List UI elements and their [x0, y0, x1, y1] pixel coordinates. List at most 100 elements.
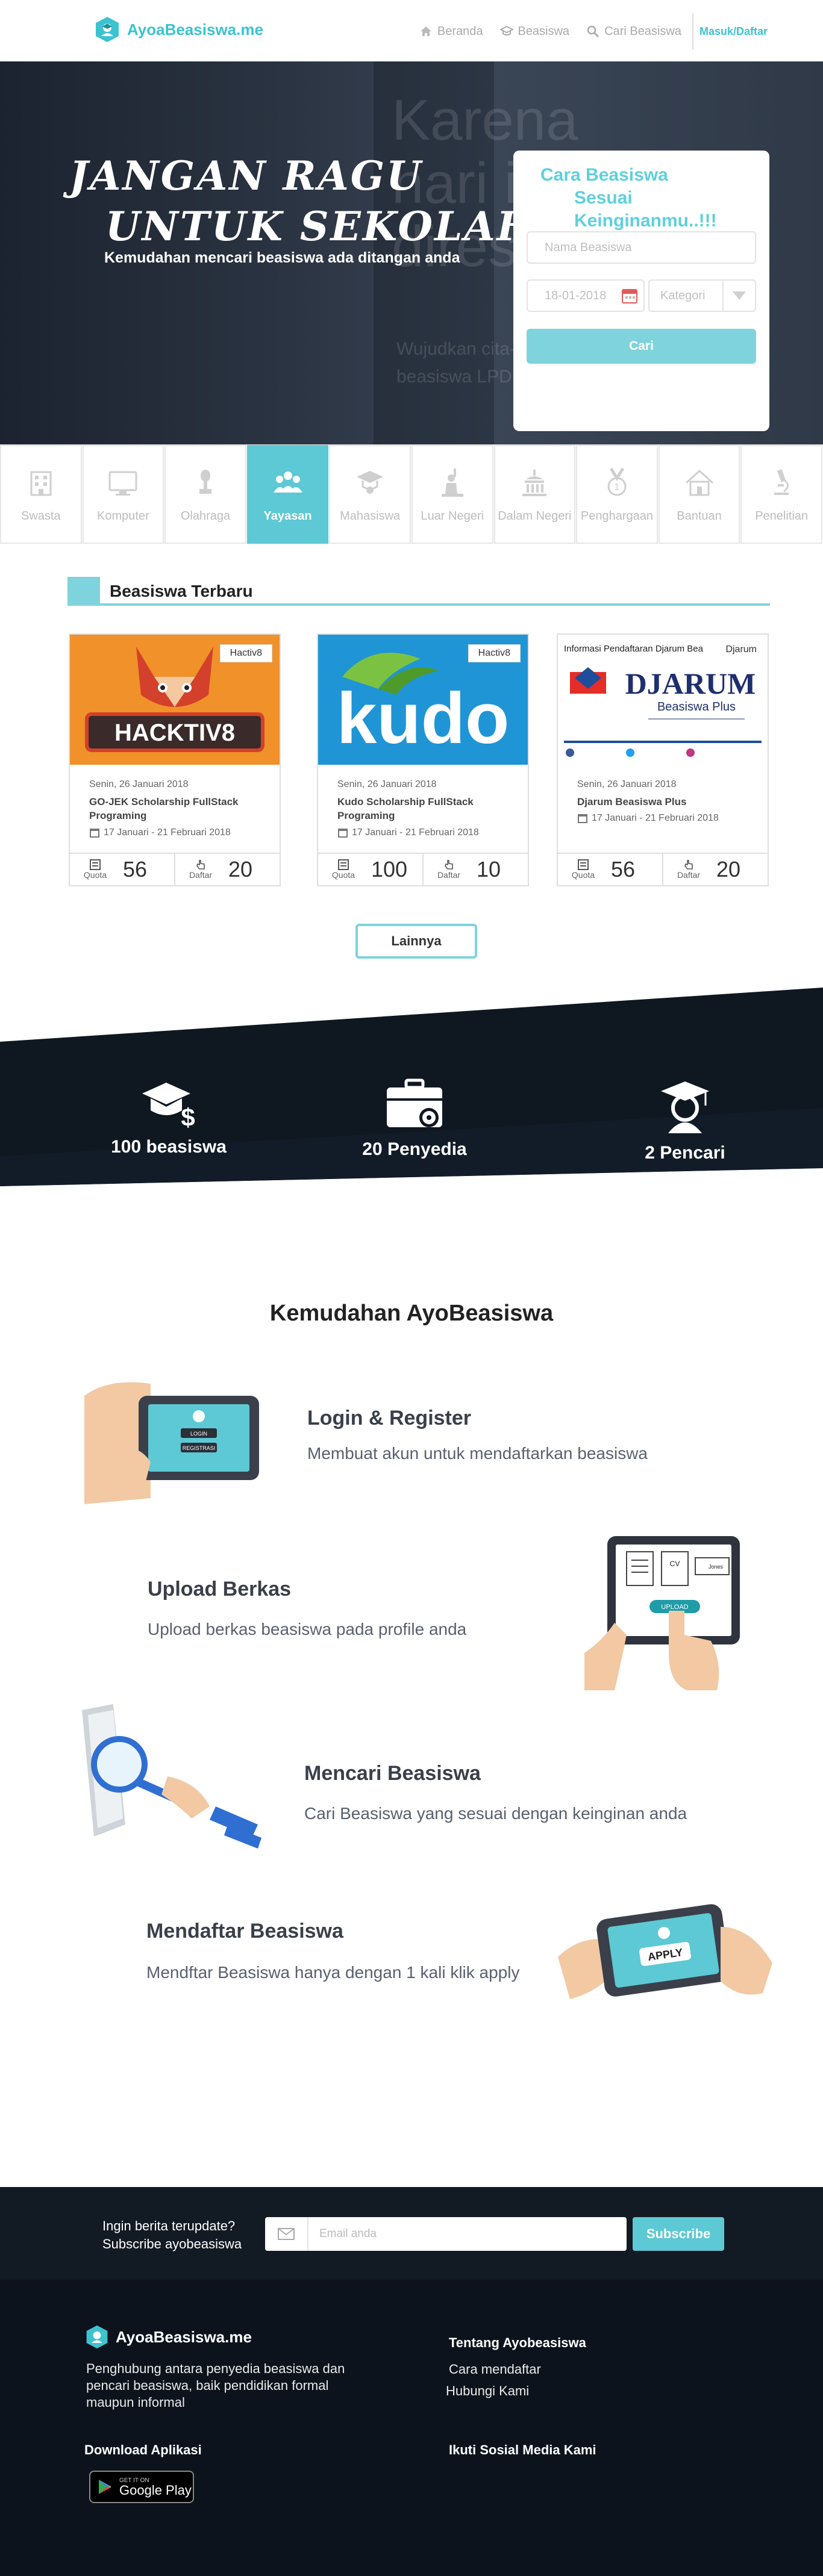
- stat-scholarships: $ 100 beasiswa: [84, 1078, 253, 1157]
- category-komputer[interactable]: Komputer: [82, 445, 164, 544]
- nav-item-beranda[interactable]: Beranda: [419, 25, 483, 39]
- feature-desc-login: Membuat akun untuk mendaftarkan beasiswa: [307, 1444, 648, 1463]
- category-placeholder: Kategori: [660, 288, 706, 302]
- category-penelitian[interactable]: Penelitian: [740, 445, 822, 544]
- page: AyoaBeasiswa.me Beranda Beasiswa Cari Be…: [0, 0, 823, 2576]
- search-title-line-1: Cara Beasiswa: [540, 165, 668, 185]
- google-play-big-text: Google Play: [119, 2482, 192, 2498]
- card-date: Senin, 26 Januari 2018: [89, 779, 189, 789]
- footer-brand[interactable]: AyoaBeasiswa.me: [84, 2324, 252, 2350]
- scholarship-name-placeholder: Nama Beasiswa: [545, 240, 632, 254]
- section-underline: [100, 603, 770, 606]
- home-icon: [420, 26, 431, 36]
- hero-background-caption-line: Wujudkan cita-ci: [396, 339, 529, 359]
- newsletter-email-input[interactable]: Email anda: [265, 2217, 627, 2251]
- hero-title-line-2: UNTUK SEKOLAH !: [105, 203, 571, 250]
- scholarship-name-input[interactable]: Nama Beasiswa: [527, 231, 756, 264]
- google-play-badge[interactable]: GET IT ON Google Play: [89, 2471, 194, 2503]
- hero-title-line-1: JANGAN RAGU: [69, 152, 423, 199]
- search-button[interactable]: Cari: [527, 329, 756, 364]
- nav-item-label: Beranda: [437, 24, 483, 38]
- nav-item-cari-beasiswa[interactable]: Cari Beasiswa: [586, 25, 681, 39]
- nav-item-label: Beasiswa: [518, 24, 570, 38]
- category-luar-negeri[interactable]: Luar Negeri: [411, 445, 493, 544]
- category-mahasiswa[interactable]: Mahasiswa: [329, 445, 411, 544]
- section-accent-block: [67, 577, 100, 606]
- applied-label-group: Daftar: [436, 859, 462, 880]
- category-label: Bantuan: [677, 509, 722, 523]
- monitor-icon: [108, 471, 137, 496]
- card-date-range-text: 17 Januari - 21 Februari 2018: [592, 813, 719, 823]
- people-group-icon: [273, 471, 302, 493]
- list-icon: [578, 859, 589, 870]
- card-image: Informasi Pendaftaran Djarum Bea DJARUM …: [558, 635, 768, 765]
- list-icon: [90, 859, 101, 870]
- card-title[interactable]: GO-JEK Scholarship FullStack Programing: [89, 795, 264, 823]
- user-graduate-icon: [661, 1081, 709, 1133]
- category-swasta[interactable]: Swasta: [0, 445, 82, 544]
- nav-item-beasiswa[interactable]: Beasiswa: [499, 24, 570, 39]
- card-image-subtext: Beasiswa Plus: [657, 700, 736, 714]
- applied-stat: Daftar 20: [174, 854, 280, 885]
- statue-of-liberty-icon: [441, 468, 463, 497]
- category-select[interactable]: Kategori: [648, 279, 756, 312]
- hero-background-line: Karena: [392, 88, 578, 152]
- logo-badge-icon: [86, 2325, 108, 2349]
- applied-value: 20: [228, 857, 253, 882]
- card-image: HACKTIV8 Hactiv8: [70, 635, 280, 765]
- more-button[interactable]: Lainnya: [355, 924, 477, 959]
- nav-divider: [692, 13, 693, 49]
- list-icon: [338, 859, 349, 870]
- category-bantuan[interactable]: Bantuan: [658, 445, 740, 544]
- quota-stat: Quota 56: [558, 854, 662, 885]
- chevron-down-icon: [733, 291, 746, 300]
- category-dalam-negeri[interactable]: Dalam Negeri: [493, 445, 576, 544]
- search-card-title: Cara Beasiswa Sesuai Keinginanmu..!!!: [540, 164, 769, 232]
- card-title[interactable]: Kudo Scholarship FullStack Programing: [337, 795, 512, 823]
- features-heading: Kemudahan AyoBeasiswa: [269, 1301, 554, 1326]
- category-penghargaan[interactable]: 1 Penghargaan: [576, 445, 658, 544]
- date-value: 18-01-2018: [545, 288, 607, 302]
- applied-label-group: Daftar: [675, 859, 702, 880]
- quota-label: Quota: [571, 870, 595, 880]
- footer-link-contact[interactable]: Hubungi Kami: [446, 2383, 529, 2399]
- applied-label-group: Daftar: [187, 859, 214, 880]
- screen-name-label: Jones: [709, 1564, 724, 1570]
- quota-value: 56: [611, 857, 636, 882]
- card-date-range: 17 Januari - 21 Februari 2018: [89, 827, 231, 838]
- scholarship-card[interactable]: HACKTIV8 Hactiv8 Senin, 26 Januari 2018 …: [69, 633, 281, 886]
- date-input[interactable]: 18-01-2018: [527, 279, 645, 312]
- login-register-link[interactable]: Masuk/Daftar: [699, 25, 768, 38]
- brand-logo[interactable]: AyoaBeasiswa.me: [93, 16, 263, 43]
- stat-providers: 20 Penyedia: [330, 1078, 499, 1160]
- hero-subtitle: Kemudahan mencari beasiswa ada ditangan …: [104, 249, 460, 266]
- feature-title-search: Mencari Beasiswa: [304, 1762, 481, 1785]
- logo-badge-icon: [96, 17, 119, 42]
- category-olahraga[interactable]: Olahraga: [164, 445, 246, 544]
- category-yayasan[interactable]: Yayasan: [246, 445, 329, 544]
- card-date-range-text: 17 Januari - 21 Februari 2018: [352, 827, 479, 838]
- building-icon: [30, 471, 52, 496]
- card-title[interactable]: Djarum Beasiswa Plus: [577, 795, 752, 809]
- card-date: Senin, 26 Januari 2018: [337, 779, 437, 789]
- trophy-icon: [199, 469, 211, 494]
- category-label: Penelitian: [755, 509, 809, 523]
- card-date-range: 17 Januari - 21 Februari 2018: [337, 827, 479, 838]
- applied-label: Daftar: [437, 870, 461, 880]
- scholarship-card[interactable]: Informasi Pendaftaran Djarum Bea DJARUM …: [557, 633, 769, 886]
- stats-band: $ 100 beasiswa 20 Penyedia 2 Pencari: [0, 988, 823, 1216]
- subscribe-button[interactable]: Subscribe: [633, 2217, 724, 2251]
- quota-stat: Quota 56: [70, 854, 174, 885]
- applied-stat: Daftar 10: [422, 854, 528, 885]
- footer-link-how-to-register[interactable]: Cara mendaftar: [449, 2362, 541, 2377]
- search-illustration: [82, 1704, 261, 1849]
- brand-name: AyoaBeasiswa.me: [127, 20, 263, 39]
- card-image-text: DJARUM: [625, 667, 756, 700]
- provider-tag: Hactiv8: [468, 644, 521, 662]
- provider-tag: Hactiv8: [219, 644, 272, 662]
- apply-illustration: APPLY: [558, 1904, 772, 1999]
- scholarship-card[interactable]: kudo Hactiv8 Senin, 26 Januari 2018 Kudo…: [317, 633, 529, 886]
- nav-item-label: Cari Beasiswa: [604, 24, 681, 38]
- quota-stat: Quota 100: [318, 854, 422, 885]
- screen-register-label: REGISTRASI: [183, 1445, 216, 1451]
